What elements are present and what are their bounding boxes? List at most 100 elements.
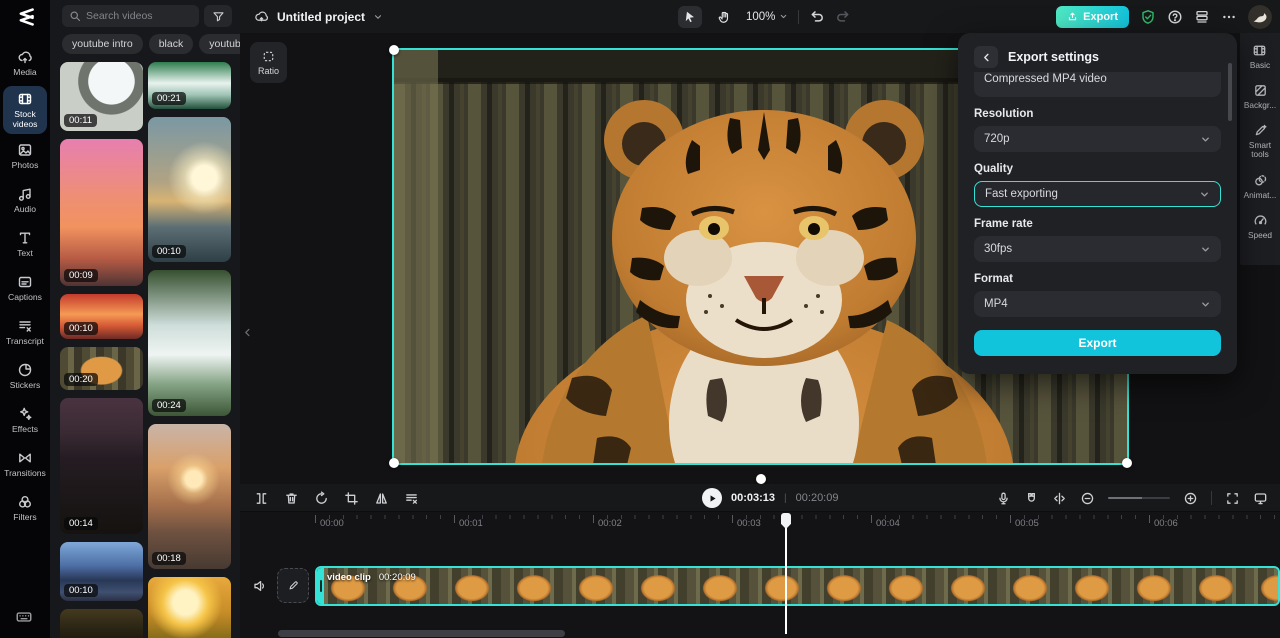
rotate-handle[interactable] [755, 474, 766, 484]
reverse-button[interactable] [314, 490, 329, 506]
undo-button[interactable] [809, 9, 825, 25]
play-button[interactable] [702, 488, 722, 508]
stock-video-thumbnail-pinksky[interactable]: 00:09 [60, 139, 143, 286]
zoom-level: 100% [746, 10, 776, 23]
stock-video-thumbnail-redsun[interactable]: 00:10 [60, 294, 143, 339]
search-tag-youtube-intro[interactable]: youtube intro [62, 34, 143, 54]
sidebar-item-media[interactable]: Media [3, 42, 47, 85]
preview-axis-button[interactable] [1052, 491, 1067, 506]
clip-frame-thumbnail [937, 568, 999, 604]
stock-video-thumbnail-sungrass[interactable] [148, 577, 231, 638]
resize-handle-bottom-right[interactable] [1122, 458, 1132, 468]
clip-duration: 00:20:09 [378, 572, 416, 583]
right-tab-basic[interactable]: Basic [1250, 43, 1270, 70]
project-menu-chevron-icon[interactable] [373, 12, 383, 22]
export-fields: Resolution 720p Quality Fast exporting Frame… [974, 108, 1221, 317]
clip-frame-thumbnail [565, 568, 627, 604]
clip-trim-handle-left[interactable] [317, 568, 324, 604]
sidebar-item-photos[interactable]: Photos [3, 135, 47, 178]
ruler-tick [1149, 515, 1150, 523]
more-options-icon[interactable] [1221, 9, 1237, 25]
time-ruler[interactable]: 00:00 00:01 00:02 00:03 00:04 00:05 00:06 [240, 512, 1280, 534]
crop-button[interactable] [344, 491, 359, 506]
help-icon[interactable] [1167, 9, 1183, 25]
stock-video-thumbnail-waterfall2[interactable]: 00:24 [148, 270, 231, 416]
mirror-button[interactable] [374, 491, 389, 506]
format-select[interactable]: MP4 [974, 291, 1221, 317]
sidebar-item-audio[interactable]: Audio [3, 179, 47, 222]
timeline-zoom-out-button[interactable] [1080, 491, 1095, 506]
stock-video-thumbnail-waterfall1[interactable]: 00:21 [148, 62, 231, 109]
stock-video-thumbnail-treesun[interactable]: 00:10 [148, 117, 231, 262]
resize-handle-bottom-left[interactable] [389, 458, 399, 468]
right-tab-backgr[interactable]: Backgr... [1244, 83, 1276, 110]
export-button-top[interactable]: Export [1056, 5, 1129, 28]
right-tools-rail: Basic Backgr... Smart tools Animat... Speed [1240, 33, 1280, 265]
sidebar-item-label: Effects [11, 424, 39, 435]
resize-handle-top-left[interactable] [389, 45, 399, 55]
ruler-tick [593, 515, 594, 523]
ruler-label: 00:00 [320, 518, 344, 529]
right-tab-animat[interactable]: Animat... [1244, 173, 1276, 200]
auto-captions-button[interactable] [404, 491, 419, 506]
chevron-down-icon [1200, 299, 1211, 310]
left-nav-rail: Media Stock videos Photos Audio Text Captions… [0, 0, 50, 638]
split-button[interactable] [254, 491, 269, 506]
avatar[interactable] [1248, 4, 1272, 29]
capcut-logo-icon [0, 0, 50, 34]
stock-video-thumbnail-city[interactable]: 00:10 [60, 542, 143, 601]
filter-button[interactable] [204, 5, 232, 27]
resolution-select[interactable]: 720p [974, 126, 1221, 152]
keyboard-shortcuts-icon[interactable] [13, 608, 35, 626]
fit-timeline-button[interactable] [1225, 491, 1240, 506]
sidebar-item-filters[interactable]: Filters [3, 487, 47, 530]
ratio-button[interactable]: Ratio [250, 42, 287, 83]
stock-video-thumbnail-tigerthumb[interactable]: 00:20 [60, 347, 143, 390]
sidebar-item-text[interactable]: Text [3, 223, 47, 266]
export-confirm-button[interactable]: Export [974, 330, 1221, 356]
track-display-button[interactable] [1253, 491, 1268, 506]
redo-button[interactable] [835, 9, 851, 25]
stock-video-thumbnail-plane[interactable]: 00:11 [60, 62, 143, 131]
animations-icon [1253, 173, 1268, 188]
stock-video-thumbnail-darkclouds[interactable] [60, 609, 143, 638]
safe-shield-icon[interactable] [1140, 9, 1156, 25]
sidebar-item-transcript[interactable]: Transcript [3, 311, 47, 354]
sidebar-item-transitions[interactable]: Transitions [3, 443, 47, 486]
sidebar-item-stock-videos[interactable]: Stock videos [3, 86, 47, 134]
search-input[interactable] [86, 10, 192, 22]
clip-tools-group [254, 484, 419, 512]
timeline-video-clip[interactable]: video clip 00:20:09 [315, 566, 1280, 606]
timeline-zoom-slider[interactable] [1108, 497, 1170, 499]
search-box [62, 5, 199, 27]
track-mute-icon[interactable] [252, 578, 268, 594]
right-tab-smart-tools[interactable]: Smart tools [1240, 123, 1280, 159]
delete-button[interactable] [284, 491, 299, 506]
canvas-zoom-control[interactable]: 100% [746, 11, 788, 23]
export-name-field[interactable]: Compressed MP4 video [974, 72, 1221, 97]
sidebar-item-label: Captions [8, 292, 42, 303]
hand-tool-button[interactable] [712, 6, 736, 28]
sidebar-item-effects[interactable]: Effects [3, 399, 47, 442]
export-queue-icon[interactable] [1194, 9, 1210, 25]
field-label-resolution: Resolution [974, 108, 1034, 120]
right-tab-speed[interactable]: Speed [1248, 213, 1272, 240]
select-tool-button[interactable] [678, 5, 702, 28]
timeline-zoom-in-button[interactable] [1183, 491, 1198, 506]
quality-select[interactable]: Fast exporting [974, 181, 1221, 207]
frame-rate-select[interactable]: 30fps [974, 236, 1221, 262]
right-tab-label: Smart tools [1248, 140, 1272, 160]
voiceover-button[interactable] [996, 491, 1011, 506]
stock-video-thumbnail-wave[interactable]: 00:18 [148, 424, 231, 569]
panel-scrollbar[interactable] [1228, 63, 1232, 121]
panel-collapse-button[interactable] [240, 315, 254, 349]
cover-edit-button[interactable] [277, 568, 309, 603]
stock-video-thumbnail-darksea[interactable]: 00:14 [60, 398, 143, 534]
search-tag-black[interactable]: black [148, 34, 194, 54]
back-button[interactable] [974, 46, 998, 68]
search-tag-youtube[interactable]: youtube [199, 34, 240, 54]
sidebar-item-stickers[interactable]: Stickers [3, 355, 47, 398]
sidebar-item-captions[interactable]: Captions [3, 267, 47, 310]
snap-button[interactable] [1024, 491, 1039, 506]
timeline-horizontal-scrollbar[interactable] [278, 630, 565, 637]
